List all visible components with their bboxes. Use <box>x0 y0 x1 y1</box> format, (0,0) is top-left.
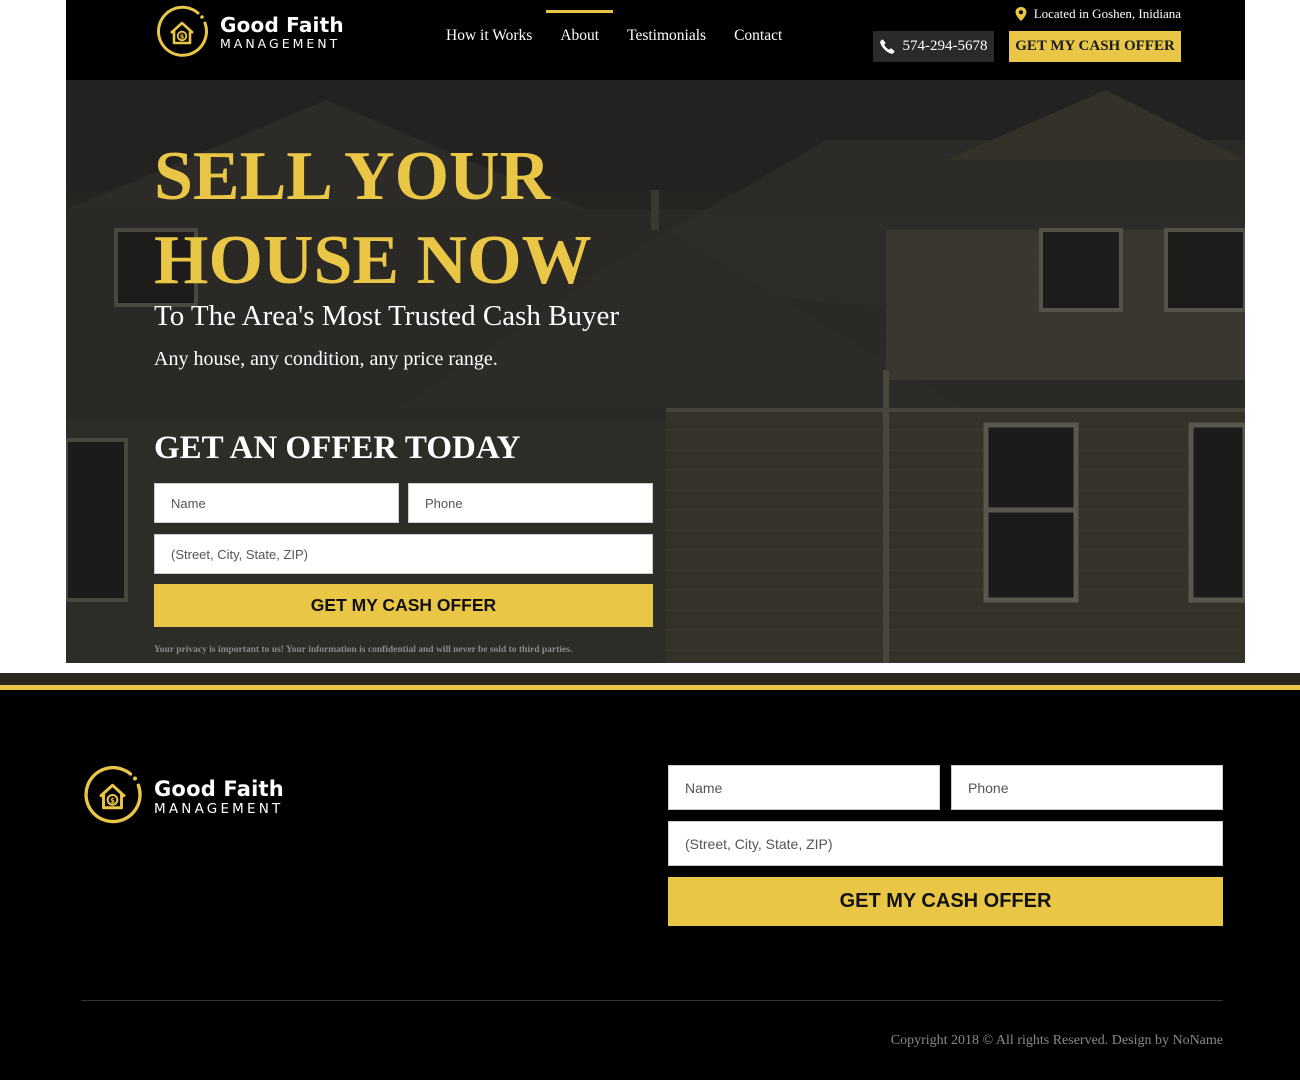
phone-button[interactable]: 574-294-5678 <box>873 31 994 62</box>
nav-contact[interactable]: Contact <box>720 0 796 72</box>
hero-address-input[interactable] <box>154 534 653 574</box>
hero-cash-offer-button[interactable]: GET MY CASH OFFER <box>154 584 653 627</box>
footer-address-input[interactable] <box>668 821 1223 866</box>
hero-section: SELL YOUR HOUSE NOW To The Area's Most T… <box>66 80 1245 663</box>
hero-title-line1: SELL YOUR <box>154 138 551 215</box>
nav-about[interactable]: About <box>546 0 613 72</box>
section-divider-strip <box>0 673 1300 685</box>
hero-subtitle: To The Area's Most Trusted Cash Buyer <box>154 300 620 332</box>
location-info: Located in Goshen, Inidiana <box>1015 6 1181 22</box>
phone-number: 574-294-5678 <box>902 38 988 54</box>
house-dollar-icon: $ <box>154 5 210 61</box>
site-footer: $ Good Faith MANAGEMENT GET MY CASH OFFE… <box>0 690 1300 1080</box>
footer-phone-input[interactable] <box>951 765 1223 810</box>
copyright-text: Copyright 2018 © All rights Reserved. De… <box>890 1033 1223 1048</box>
logo-name: Good Faith <box>220 13 344 37</box>
svg-text:$: $ <box>110 796 115 805</box>
logo-subtitle: MANAGEMENT <box>220 36 341 51</box>
main-nav: How it Works About Testimonials Contact <box>432 0 796 80</box>
map-pin-icon <box>1015 7 1027 21</box>
footer-brand-logo[interactable]: $ Good Faith MANAGEMENT <box>81 765 284 828</box>
phone-icon <box>879 39 895 54</box>
svg-text:$: $ <box>180 33 185 41</box>
footer-logo-subtitle: MANAGEMENT <box>154 800 284 817</box>
offer-form-heading: GET AN OFFER TODAY <box>154 430 521 466</box>
footer-name-input[interactable] <box>668 765 940 810</box>
footer-divider <box>81 1000 1223 1001</box>
nav-how-it-works[interactable]: How it Works <box>432 0 546 72</box>
brand-logo[interactable]: $ Good Faith MANAGEMENT <box>154 5 344 61</box>
hero-name-input[interactable] <box>154 483 399 523</box>
privacy-note: Your privacy is important to us! Your in… <box>154 645 573 655</box>
footer-logo-name: Good Faith <box>154 776 284 801</box>
nav-testimonials[interactable]: Testimonials <box>613 0 720 72</box>
logo-wordmark: Good Faith MANAGEMENT <box>220 14 344 52</box>
hero-tagline: Any house, any condition, any price rang… <box>154 348 498 370</box>
site-header: $ Good Faith MANAGEMENT How it Works Abo… <box>66 0 1245 80</box>
header-cash-offer-button[interactable]: GET MY CASH OFFER <box>1009 31 1181 62</box>
house-dollar-icon: $ <box>81 765 144 828</box>
hero-phone-input[interactable] <box>408 483 653 523</box>
hero-title: SELL YOUR HOUSE NOW <box>154 135 714 303</box>
footer-logo-wordmark: Good Faith MANAGEMENT <box>154 777 284 817</box>
hero-title-line2: HOUSE NOW <box>154 222 592 299</box>
footer-cash-offer-button[interactable]: GET MY CASH OFFER <box>668 877 1223 926</box>
location-text: Located in Goshen, Inidiana <box>1033 6 1181 21</box>
